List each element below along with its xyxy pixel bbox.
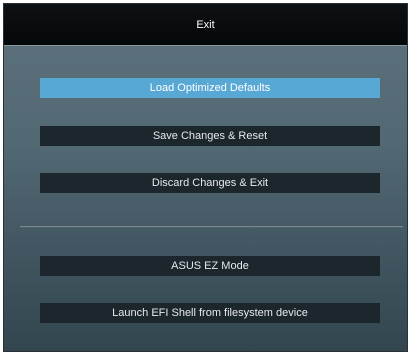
dialog-titlebar: Exit [4,4,407,46]
asus-ez-mode-button[interactable]: ASUS EZ Mode [40,256,380,276]
save-changes-reset-button[interactable]: Save Changes & Reset [40,126,380,146]
menu-separator [20,226,403,228]
launch-efi-shell-button[interactable]: Launch EFI Shell from filesystem device [40,303,380,323]
load-optimized-defaults-button[interactable]: Load Optimized Defaults [40,78,380,98]
dialog-title: Exit [196,18,215,31]
discard-changes-exit-button[interactable]: Discard Changes & Exit [40,173,380,193]
exit-dialog: Exit Load Optimized Defaults Save Change… [3,3,408,352]
